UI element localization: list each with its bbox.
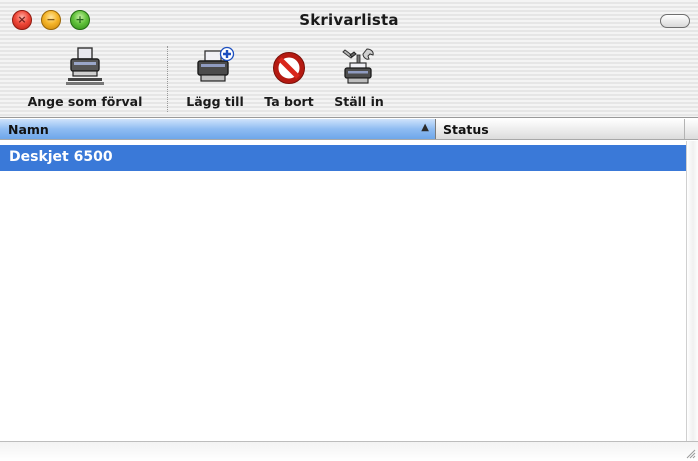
column-header-name[interactable]: Namn ▲ (0, 119, 436, 139)
column-header-name-label: Namn (8, 122, 49, 137)
configure-printer-label: Ställ in (334, 94, 384, 109)
printer-list-window: × − + Skrivarlista Ange som förval Lägg … (0, 0, 698, 461)
resize-grip-icon[interactable] (684, 447, 696, 459)
toolbar-separator (167, 46, 168, 112)
remove-printer-button[interactable]: Ta bort (258, 46, 320, 109)
add-printer-button[interactable]: Lägg till (182, 46, 248, 109)
toolbar: Ange som förval Lägg till Ta bort Ställ … (0, 40, 698, 118)
toolbar-toggle-button[interactable] (660, 14, 690, 28)
vertical-scrollbar[interactable] (686, 141, 698, 445)
window-bottom-bar (0, 441, 698, 461)
column-header-status-label: Status (443, 122, 489, 137)
column-header-status[interactable]: Status (437, 119, 685, 139)
configure-printer-button[interactable]: Ställ in (324, 46, 394, 109)
printer-name: Deskjet 6500 (9, 149, 113, 165)
window-title: Skrivarlista (299, 11, 399, 29)
remove-printer-label: Ta bort (264, 94, 314, 109)
window-chrome: × − + Skrivarlista Ange som förval Lägg … (0, 0, 698, 118)
add-printer-label: Lägg till (186, 94, 244, 109)
sort-ascending-icon: ▲ (421, 122, 429, 133)
make-default-label: Ange som förval (27, 94, 143, 109)
title-bar[interactable]: × − + Skrivarlista (0, 0, 698, 40)
make-default-button[interactable]: Ange som förval (16, 46, 154, 109)
printer-default-icon (66, 47, 104, 85)
printer-list[interactable]: Deskjet 6500 (0, 141, 686, 441)
no-entry-icon (273, 52, 305, 84)
table-row[interactable]: Deskjet 6500 (0, 145, 686, 171)
table-header: Namn ▲ Status (0, 119, 698, 140)
printer-tools-icon (342, 48, 374, 84)
printer-add-icon (197, 46, 235, 82)
